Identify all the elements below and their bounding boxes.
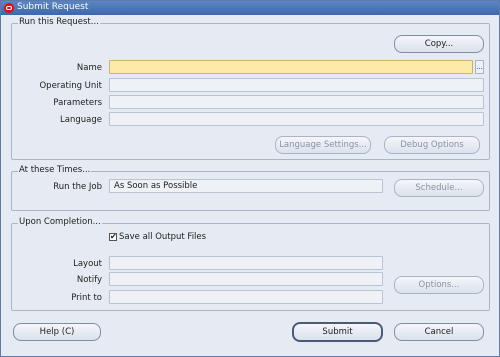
options-button[interactable]: Options... [394,276,484,294]
submit-button[interactable]: Submit [292,322,383,342]
completion-group-label: Upon Completion... [18,217,102,227]
parameters-label: Parameters [53,98,102,108]
save-output-checkbox[interactable]: ✔ [109,233,117,241]
name-field[interactable] [109,60,473,74]
copy-button[interactable]: Copy... [394,35,484,53]
schedule-button[interactable]: Schedule... [394,179,484,197]
parameters-field[interactable] [109,95,484,109]
title-bar: Submit Request [1,1,499,15]
run-job-field[interactable] [109,179,383,193]
help-button[interactable]: Help (C) [13,323,101,341]
operating-unit-field[interactable] [109,78,484,92]
submit-request-window: Submit Request Run this Request... Copy.… [0,0,500,357]
run-request-group-label: Run this Request... [18,17,100,27]
language-settings-button[interactable]: Language Settings... [275,136,371,154]
window-title: Submit Request [17,2,89,12]
name-lov-button[interactable]: ... [475,60,484,74]
cancel-button[interactable]: Cancel [394,323,484,341]
print-to-label: Print to [71,293,102,303]
language-field[interactable] [109,112,484,126]
name-label: Name [76,63,102,73]
save-output-label: Save all Output Files [119,232,207,242]
debug-options-button[interactable]: Debug Options [384,136,480,154]
times-group-label: At these Times... [18,165,92,175]
operating-unit-label: Operating Unit [39,81,102,91]
oracle-app-icon [4,3,14,13]
language-label: Language [60,115,102,125]
notify-label: Notify [76,275,102,285]
layout-label: Layout [73,259,102,269]
run-job-label: Run the Job [53,182,102,192]
notify-field[interactable] [109,272,383,286]
layout-field[interactable] [109,256,383,270]
print-to-field[interactable] [109,290,383,304]
